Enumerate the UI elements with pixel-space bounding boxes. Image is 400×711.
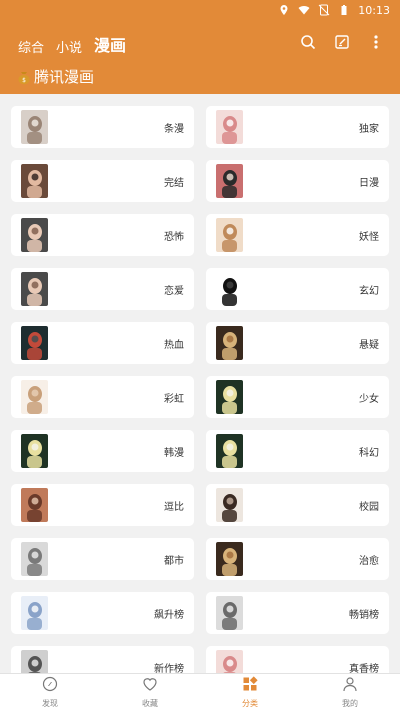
category-label: 都市 [164, 555, 184, 567]
category-thumbnail [216, 326, 243, 360]
top-tabs: 综合 小说 漫画 [18, 32, 126, 56]
category-label: 少女 [359, 393, 379, 405]
category-card[interactable]: 完结 [11, 160, 194, 202]
category-thumbnail [21, 164, 48, 198]
category-thumbnail [216, 218, 243, 252]
category-label: 畅销榜 [349, 609, 379, 621]
category-thumbnail [21, 434, 48, 468]
category-card[interactable]: 条漫 [11, 106, 194, 148]
category-card[interactable]: 畅销榜 [206, 592, 389, 634]
category-label: 科幻 [359, 447, 379, 459]
category-card[interactable]: 校园 [206, 484, 389, 526]
header-actions [298, 32, 386, 52]
category-label: 彩虹 [164, 393, 184, 405]
category-card[interactable]: 科幻 [206, 430, 389, 472]
category-card[interactable]: 韩漫 [11, 430, 194, 472]
category-card[interactable]: 热血 [11, 322, 194, 364]
category-card[interactable]: 少女 [206, 376, 389, 418]
category-label: 热血 [164, 339, 184, 351]
category-label: 条漫 [164, 123, 184, 135]
category-card[interactable]: 都市 [11, 538, 194, 580]
no-sim-icon [318, 4, 330, 16]
nav-item-mine[interactable]: 我的 [300, 674, 400, 711]
category-label: 日漫 [359, 177, 379, 189]
person-icon [342, 676, 358, 696]
money-bag-icon: $ [18, 71, 30, 84]
location-icon [280, 5, 288, 15]
category-thumbnail [216, 380, 243, 414]
battery-icon [341, 5, 347, 15]
category-card[interactable]: 恐怖 [11, 214, 194, 256]
category-label: 妖怪 [359, 231, 379, 243]
source-title-text: 腾讯漫画 [34, 68, 95, 86]
category-card[interactable]: 飙升榜 [11, 592, 194, 634]
compass-icon [42, 676, 58, 696]
category-label: 完结 [164, 177, 184, 189]
nav-label: 收藏 [142, 699, 158, 708]
category-label: 独家 [359, 123, 379, 135]
more-vert-icon[interactable] [366, 32, 386, 52]
category-thumbnail [216, 596, 243, 630]
app-header: 综合 小说 漫画 $ 腾讯漫画 [0, 20, 400, 94]
category-label: 逗比 [164, 501, 184, 513]
tab-novel[interactable]: 小说 [56, 37, 82, 56]
category-thumbnail [216, 164, 243, 198]
category-thumbnail [21, 488, 48, 522]
source-title: $ 腾讯漫画 [16, 66, 94, 87]
heart-icon [142, 676, 158, 696]
category-card[interactable]: 日漫 [206, 160, 389, 202]
category-icon [242, 676, 258, 696]
category-card[interactable]: 玄幻 [206, 268, 389, 310]
category-thumbnail [21, 110, 48, 144]
edit-icon[interactable] [332, 32, 352, 52]
category-label: 恐怖 [164, 231, 184, 243]
category-label: 悬疑 [359, 339, 379, 351]
nav-item-favorites[interactable]: 收藏 [100, 674, 200, 711]
category-thumbnail [21, 326, 48, 360]
category-card[interactable]: 恋爱 [11, 268, 194, 310]
category-grid: 条漫 独家完结 日漫恐怖 妖怪恋爱 玄幻热血 悬疑彩虹 少女韩漫 科幻逗比 校园都市 治愈飙升榜 畅… [11, 106, 389, 688]
tab-general[interactable]: 综合 [18, 37, 44, 56]
category-thumbnail [216, 542, 243, 576]
category-label: 恋爱 [164, 285, 184, 297]
category-label: 治愈 [359, 555, 379, 567]
category-thumbnail [21, 542, 48, 576]
wifi-icon [298, 5, 310, 15]
category-thumbnail [21, 596, 48, 630]
category-card[interactable]: 彩虹 [11, 376, 194, 418]
category-card[interactable]: 独家 [206, 106, 389, 148]
category-label: 飙升榜 [154, 609, 184, 621]
category-thumbnail [21, 218, 48, 252]
category-card[interactable]: 悬疑 [206, 322, 389, 364]
search-icon[interactable] [298, 32, 318, 52]
category-thumbnail [216, 488, 243, 522]
category-thumbnail [216, 110, 243, 144]
category-label: 玄幻 [359, 285, 379, 297]
nav-label: 我的 [342, 699, 358, 708]
nav-label: 分类 [242, 699, 258, 708]
category-thumbnail [21, 380, 48, 414]
category-card[interactable]: 治愈 [206, 538, 389, 580]
status-bar: 10:13 [0, 0, 400, 20]
category-thumbnail [216, 434, 243, 468]
category-thumbnail [21, 272, 48, 306]
tab-comic[interactable]: 漫画 [94, 32, 126, 56]
category-card[interactable]: 妖怪 [206, 214, 389, 256]
category-thumbnail [216, 272, 243, 306]
bottom-nav: 发现 收藏 分类 我的 [0, 673, 400, 711]
category-label: 韩漫 [164, 447, 184, 459]
nav-item-categories[interactable]: 分类 [200, 674, 300, 711]
category-card[interactable]: 逗比 [11, 484, 194, 526]
svg-text:$: $ [22, 77, 26, 84]
status-time: 10:13 [358, 3, 390, 17]
category-label: 校园 [359, 501, 379, 513]
nav-label: 发现 [42, 699, 58, 708]
nav-item-discover[interactable]: 发现 [0, 674, 100, 711]
